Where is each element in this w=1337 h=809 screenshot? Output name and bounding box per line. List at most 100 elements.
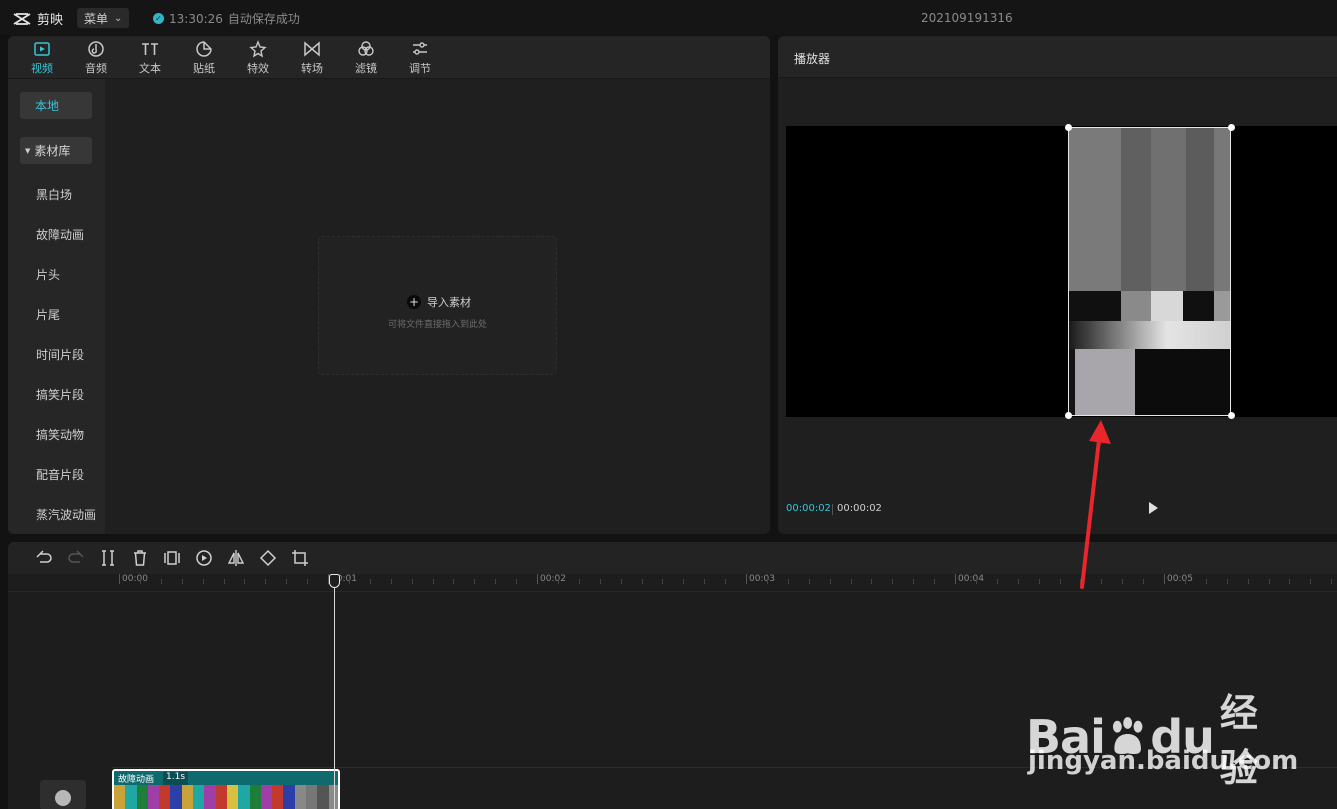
resize-handle-tl[interactable] [1065, 124, 1072, 131]
ruler-minor-tick [370, 579, 371, 584]
undo-icon [36, 550, 52, 563]
tab-transition[interactable]: 转场 [287, 40, 337, 76]
sidebar-item-library[interactable]: ▼ 素材库 [20, 137, 92, 164]
clip-thumbnails [114, 785, 338, 809]
timeline-clip[interactable]: 故障动画 1.1s [112, 769, 340, 809]
reverse-button[interactable] [195, 549, 213, 567]
ruler-minor-tick [265, 579, 266, 584]
tab-text-label: 文本 [139, 62, 161, 75]
ruler-minor-tick [1331, 579, 1332, 584]
clip-name: 故障动画 [118, 775, 155, 785]
ruler-minor-tick [1039, 579, 1040, 584]
preview-video-frame [1069, 128, 1230, 415]
baidu-jingyan-watermark: Bai du 经验 jingyan.baidu.com [1026, 662, 1298, 790]
import-dropzone[interactable]: + 导入素材 可将文件直接拖入到此处 [318, 236, 557, 375]
tab-transition-label: 转场 [301, 62, 323, 75]
ruler-major-tick [746, 574, 747, 584]
menu-button[interactable]: 菜单 ⌄ [77, 8, 129, 28]
rotate-button[interactable] [259, 549, 277, 567]
ruler-minor-tick [244, 579, 245, 584]
redo-button[interactable] [67, 549, 85, 567]
ruler-minor-tick [391, 579, 392, 584]
split-icon [102, 550, 114, 566]
crop-button[interactable] [291, 549, 309, 567]
sidebar-item-funny-animals[interactable]: 搞笑动物 [36, 426, 84, 443]
import-button[interactable]: + 导入素材 [407, 294, 471, 310]
tab-text[interactable]: 文本 [125, 40, 175, 76]
player-title: 播放器 [794, 52, 831, 66]
sidebar-item-vaporwave[interactable]: 蒸汽波动画 [36, 506, 96, 523]
check-circle-icon: ✓ [153, 13, 164, 24]
tab-filter[interactable]: 滤镜 [341, 40, 391, 76]
player-panel: 播放器 00:00:02 00:00:02 [778, 36, 1337, 534]
ruler-minor-tick [1018, 579, 1019, 584]
delete-button[interactable] [131, 549, 149, 567]
ruler-minor-tick [600, 579, 601, 584]
sidebar-item-black-white[interactable]: 黑白场 [36, 186, 72, 203]
chevron-down-icon: ⌄ [114, 12, 123, 24]
undo-button[interactable] [35, 549, 53, 567]
tab-filter-label: 滤镜 [355, 62, 377, 75]
timeline-ruler[interactable]: 00:00 00:01 00:02 00:03 00:04 00:05 [8, 574, 1337, 592]
preview-canvas[interactable] [786, 124, 1337, 419]
media-panel: 视频 音频 文本 贴纸 特效 转场 滤镜 调节 本地 ▼ 素材库 黑白场 故障动… [8, 36, 770, 534]
capcut-logo-icon [13, 12, 31, 25]
tab-effects[interactable]: 特效 [233, 40, 283, 76]
ruler-minor-tick [976, 579, 977, 584]
reverse-icon [196, 550, 212, 566]
ruler-minor-tick [495, 579, 496, 584]
freeze-button[interactable] [163, 549, 181, 567]
tab-sticker[interactable]: 贴纸 [179, 40, 229, 76]
play-icon[interactable] [1145, 500, 1161, 516]
tab-video[interactable]: 视频 [17, 40, 67, 76]
sidebar-item-funny-clips[interactable]: 搞笑片段 [36, 386, 84, 403]
sidebar-item-intro[interactable]: 片头 [36, 266, 60, 283]
text-icon [142, 43, 158, 55]
tab-audio[interactable]: 音频 [71, 40, 121, 76]
sidebar-item-time[interactable]: 时间片段 [36, 346, 84, 363]
watermark-url: jingyan.baidu.com [1028, 746, 1299, 776]
ruler-minor-tick [830, 579, 831, 584]
ruler-minor-tick [349, 579, 350, 584]
ruler-minor-tick [892, 579, 893, 584]
ruler-minor-tick [453, 579, 454, 584]
ruler-minor-tick [683, 579, 684, 584]
app-name: 剪映 [37, 13, 64, 28]
ruler-major-tick [955, 574, 956, 584]
transition-icon [304, 41, 320, 57]
speaker-icon [55, 790, 71, 806]
ruler-minor-tick [1185, 579, 1186, 584]
ruler-minor-tick [642, 579, 643, 584]
mirror-button[interactable] [227, 549, 245, 567]
sidebar-item-glitch[interactable]: 故障动画 [36, 226, 84, 243]
ruler-minor-tick [704, 579, 705, 584]
ruler-label-5: 00:05 [1167, 574, 1193, 584]
tab-adjust[interactable]: 调节 [395, 40, 445, 76]
ruler-label-2: 00:02 [540, 574, 566, 584]
timeline-toolbar [8, 542, 1337, 574]
import-hint: 可将文件直接拖入到此处 [387, 320, 487, 330]
menu-label: 菜单 [84, 11, 109, 26]
playhead-handle[interactable] [329, 574, 340, 588]
resize-handle-bl[interactable] [1065, 412, 1072, 419]
sidebar-item-outro[interactable]: 片尾 [36, 306, 60, 323]
ruler-minor-tick [1122, 579, 1123, 584]
track-mute-button[interactable] [40, 780, 86, 809]
playhead-line[interactable] [334, 577, 335, 809]
ruler-minor-tick [1143, 579, 1144, 584]
freeze-icon [164, 551, 180, 565]
total-time: 00:00:02 [837, 503, 882, 514]
save-status-text: 自动保存成功 [227, 12, 300, 26]
preview-clip-frame[interactable] [1068, 127, 1231, 416]
resize-handle-tr[interactable] [1228, 124, 1235, 131]
ruler-minor-tick [558, 579, 559, 584]
current-time: 00:00:02 [786, 503, 831, 514]
split-button[interactable] [99, 549, 117, 567]
resize-handle-br[interactable] [1228, 412, 1235, 419]
tab-audio-label: 音频 [85, 62, 107, 75]
filter-icon [358, 41, 374, 56]
crop-icon [292, 550, 308, 566]
clip-duration: 1.1s [163, 772, 189, 785]
sidebar-item-voiceover[interactable]: 配音片段 [36, 466, 84, 483]
sidebar-item-local[interactable]: 本地 [20, 92, 92, 119]
